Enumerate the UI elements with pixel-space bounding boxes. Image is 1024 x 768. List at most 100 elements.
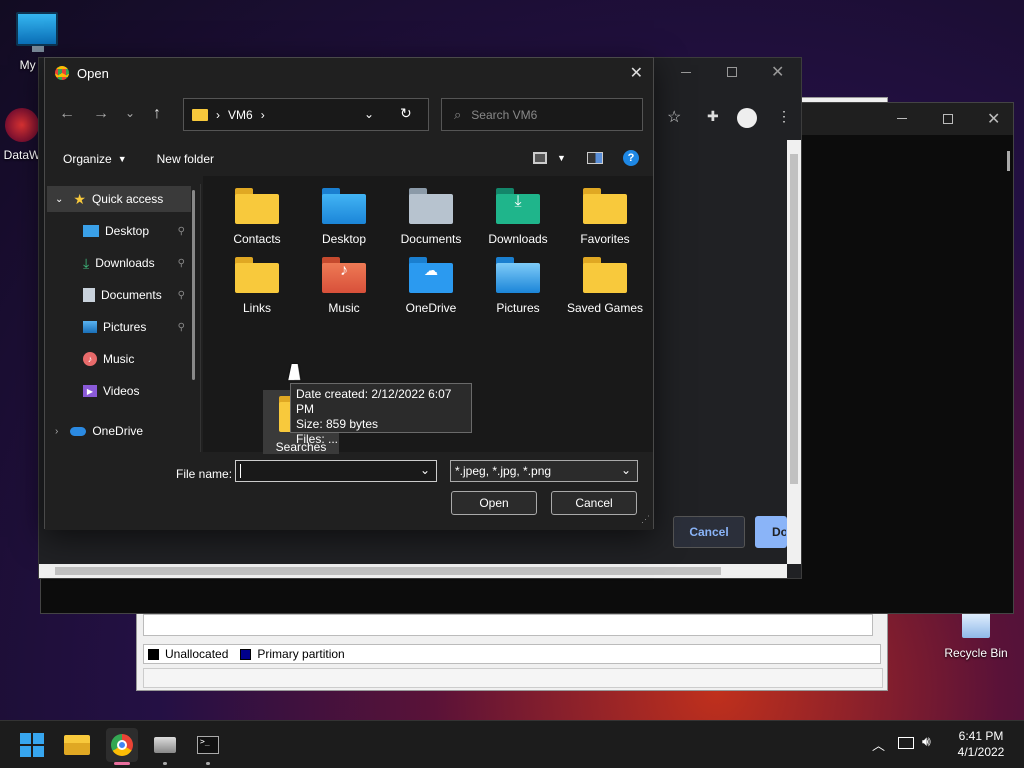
folder-tooltip: Date created: 2/12/2022 6:07 PM Size: 85… <box>290 383 472 446</box>
tooltip-date-created: Date created: 2/12/2022 6:07 PM <box>296 387 452 416</box>
search-icon: ⌕ <box>454 106 462 122</box>
pin-icon[interactable]: ⚲ <box>178 322 185 333</box>
folder-saved-games[interactable]: Saved Games <box>565 257 645 316</box>
folder-label: Desktop <box>321 232 367 246</box>
nav-item-music[interactable]: ♪ Music <box>83 346 189 372</box>
terminal-icon: >_ <box>197 736 219 754</box>
datawrangler-icon <box>5 108 39 142</box>
open-indicator <box>206 762 210 765</box>
close-icon[interactable]: ✕ <box>771 62 784 82</box>
search-box[interactable]: ⌕ Search VM6 <box>441 98 643 131</box>
address-dropdown-chevron-icon[interactable]: ⌄ <box>364 107 374 121</box>
breadcrumb-separator-icon: › <box>260 107 265 122</box>
show-hidden-icons-chevron-icon[interactable]: ︿ <box>872 735 885 754</box>
extensions-icon[interactable]: ✚ <box>707 108 719 125</box>
console-scrollbar[interactable] <box>1007 151 1010 171</box>
folder-label: Favorites <box>580 232 630 246</box>
folder-music[interactable]: ♪ Music <box>304 257 384 316</box>
up-arrow-icon[interactable]: ↑ <box>153 105 161 123</box>
breadcrumb-folder[interactable]: VM6 <box>228 108 253 122</box>
help-icon[interactable]: ? <box>623 150 639 166</box>
desktop-icon-recycle-bin[interactable]: Recycle Bin <box>940 612 1012 660</box>
pin-icon[interactable]: ⚲ <box>178 290 185 301</box>
network-icon[interactable] <box>898 737 914 749</box>
recycle-bin-icon <box>962 612 990 638</box>
filename-input[interactable]: ⌄ <box>235 460 437 482</box>
scroll-thumb[interactable] <box>790 154 798 484</box>
resize-grip-icon[interactable]: ⋰ <box>641 514 650 525</box>
nav-onedrive[interactable]: › OneDrive <box>55 418 189 444</box>
address-bar[interactable]: › VM6 › ⌄ ↻ <box>183 98 429 131</box>
volume-icon[interactable]: 🔊︎ <box>922 733 931 750</box>
profile-icon[interactable] <box>737 108 757 128</box>
page-cancel-button[interactable]: Cancel <box>673 516 745 548</box>
recent-locations-chevron-icon[interactable]: ⌄ <box>125 106 135 120</box>
maximize-icon[interactable] <box>943 114 953 124</box>
downloads-folder-icon: ⤓ <box>496 188 540 224</box>
monitor-icon <box>16 12 58 52</box>
music-folder-icon: ♪ <box>322 257 366 293</box>
organize-menu[interactable]: Organize ▼ <box>63 152 127 166</box>
menu-dots-icon[interactable]: ⋮ <box>777 108 791 125</box>
nav-scrollbar[interactable] <box>192 190 195 380</box>
new-folder-button[interactable]: New folder <box>157 152 214 166</box>
close-icon[interactable]: ✕ <box>987 109 1000 129</box>
open-button[interactable]: Open <box>451 491 537 515</box>
nav-item-desktop[interactable]: Desktop ⚲ <box>83 218 189 244</box>
desktop-folder-icon <box>322 188 366 224</box>
forward-arrow-icon[interactable]: → <box>93 105 109 123</box>
view-options-chevron-icon[interactable]: ▼ <box>557 153 566 163</box>
folder-documents[interactable]: Documents <box>391 188 471 247</box>
folder-contacts[interactable]: Contacts <box>217 188 297 247</box>
preview-pane-icon[interactable] <box>587 152 603 164</box>
close-icon[interactable]: ✕ <box>630 63 643 83</box>
nav-quick-access[interactable]: ⌄ ★ Quick access <box>47 186 191 212</box>
search-placeholder: Search VM6 <box>471 107 538 122</box>
bookmark-star-icon[interactable]: ☆ <box>667 107 681 127</box>
h-scroll-thumb[interactable] <box>55 567 721 575</box>
page-done-button[interactable]: Do <box>755 516 787 548</box>
navigation-pane: ⌄ ★ Quick access Desktop ⚲ ⤓ Downloads ⚲… <box>45 184 201 452</box>
expand-chevron-icon[interactable]: › <box>55 426 58 437</box>
filetype-select[interactable]: *.jpeg, *.jpg, *.png ⌄ <box>450 460 638 482</box>
maximize-icon[interactable] <box>727 67 737 77</box>
star-icon: ★ <box>73 190 86 207</box>
view-mode-icon[interactable] <box>533 152 547 164</box>
folder-favorites[interactable]: Favorites <box>565 188 645 247</box>
folder-desktop[interactable]: Desktop <box>304 188 384 247</box>
chevron-down-icon: ▼ <box>117 154 127 164</box>
clock-time: 6:41 PM <box>958 729 1004 743</box>
h-scrollbar[interactable] <box>39 564 787 578</box>
nav-item-videos[interactable]: ▶ Videos <box>83 378 189 404</box>
nav-item-downloads[interactable]: ⤓ Downloads ⚲ <box>83 250 189 276</box>
start-button[interactable] <box>18 731 46 759</box>
disk-manager-taskbar-button[interactable] <box>151 731 179 765</box>
nav-item-pictures[interactable]: Pictures ⚲ <box>83 314 189 340</box>
chrome-taskbar-button[interactable] <box>106 728 138 765</box>
clock[interactable]: 6:41 PM 4/1/2022 <box>950 728 1012 760</box>
nav-item-documents[interactable]: Documents ⚲ <box>83 282 189 308</box>
back-arrow-icon[interactable]: ← <box>59 105 75 123</box>
open-indicator <box>163 762 167 765</box>
nav-label: Documents <box>101 288 162 302</box>
terminal-taskbar-button[interactable]: >_ <box>194 731 222 765</box>
pin-icon[interactable]: ⚲ <box>178 258 185 269</box>
chrome-icon <box>111 734 133 756</box>
pin-icon[interactable]: ⚲ <box>178 226 185 237</box>
file-explorer-button[interactable] <box>63 731 91 759</box>
expand-chevron-icon[interactable]: ⌄ <box>55 194 63 205</box>
filename-dropdown-chevron-icon[interactable]: ⌄ <box>420 463 430 477</box>
filetype-value: *.jpeg, *.jpg, *.png <box>455 464 552 478</box>
refresh-icon[interactable]: ↻ <box>400 105 412 122</box>
minimize-icon[interactable] <box>897 118 907 119</box>
folder-pictures[interactable]: Pictures <box>478 257 558 316</box>
dialog-footer: File name: ⌄ *.jpeg, *.jpg, *.png ⌄ Open… <box>45 454 653 530</box>
legend-bar: Unallocated Primary partition <box>143 644 881 664</box>
cancel-button[interactable]: Cancel <box>551 491 637 515</box>
folder-downloads[interactable]: ⤓ Downloads <box>478 188 558 247</box>
file-explorer-icon <box>64 735 90 755</box>
minimize-icon[interactable] <box>681 72 691 73</box>
folder-onedrive[interactable]: ☁ OneDrive <box>391 257 471 316</box>
page-scrollbar[interactable] <box>787 140 801 564</box>
folder-links[interactable]: Links <box>217 257 297 316</box>
